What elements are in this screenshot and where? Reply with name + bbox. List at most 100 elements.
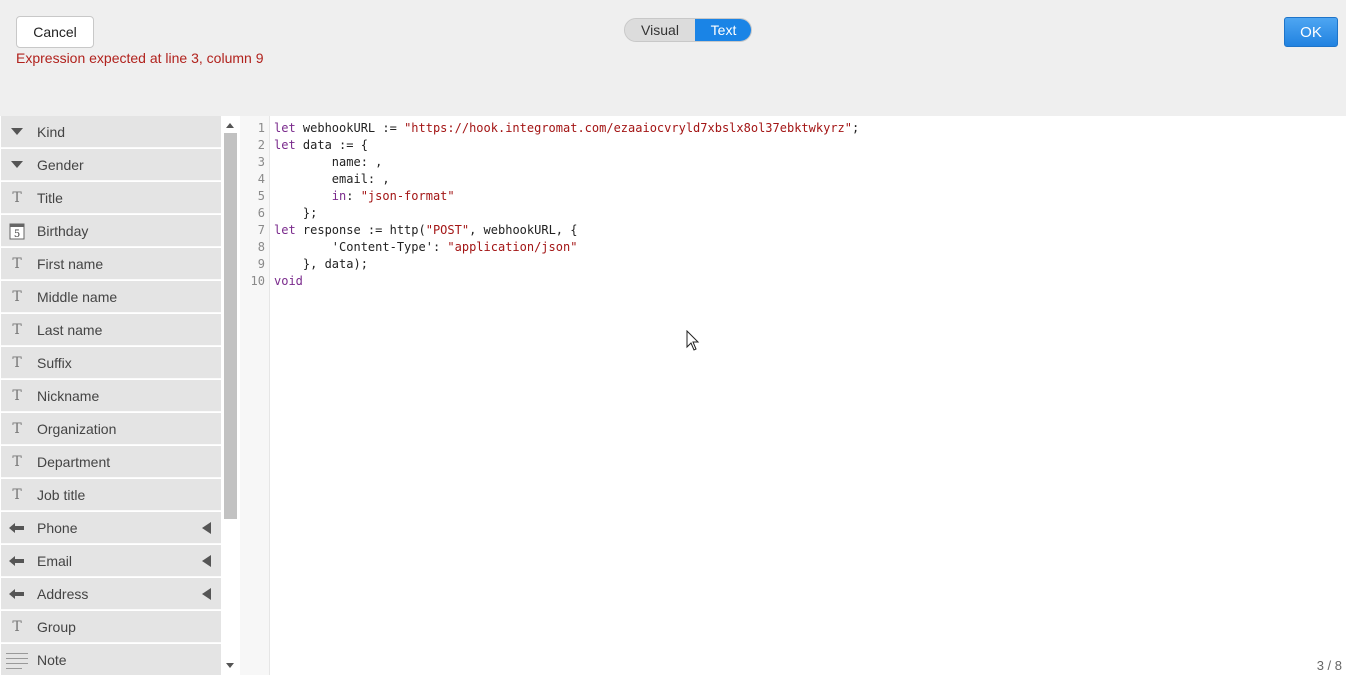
dropdown-icon <box>1 116 33 148</box>
code-content[interactable]: let webhookURL := "https://hook.integrom… <box>274 120 859 290</box>
code-line: email: , <box>274 171 859 188</box>
text-icon: T <box>12 486 22 503</box>
code-token: let <box>274 138 296 152</box>
field-item-label: Title <box>37 189 63 206</box>
line-number: 7 <box>257 223 265 237</box>
field-item-label: Kind <box>37 123 66 140</box>
field-item-last-name[interactable]: T Last name <box>1 314 221 346</box>
text-icon: T <box>12 387 22 404</box>
field-item-phone[interactable]: Phone <box>1 512 221 544</box>
field-item-label: First name <box>37 255 104 272</box>
text-icon: T <box>12 618 22 635</box>
field-item-title[interactable]: T Title <box>1 182 221 214</box>
expand-arrow-icon[interactable] <box>202 588 211 600</box>
line-number: 4 <box>257 172 265 186</box>
code-token: : <box>346 189 361 203</box>
scroll-down-arrow-icon[interactable] <box>226 663 234 668</box>
code-token: }, data); <box>274 257 368 271</box>
text-icon: T <box>12 354 22 371</box>
expand-arrow-icon[interactable] <box>202 522 211 534</box>
code-token: , webhookURL, { <box>469 223 578 237</box>
expand-arrow-icon[interactable] <box>202 555 211 567</box>
code-token: response := http( <box>295 223 426 237</box>
field-item-gender[interactable]: Gender <box>1 149 221 181</box>
code-line: let webhookURL := "https://hook.integrom… <box>274 120 859 137</box>
text-icon: T <box>12 420 22 437</box>
line-number: 9 <box>257 257 265 271</box>
mode-toggle[interactable]: Visual Text <box>624 18 752 42</box>
line-number: 3 <box>257 155 265 169</box>
field-item-label: Organization <box>37 420 117 437</box>
text-icon: T <box>12 453 22 470</box>
field-item-label: Nickname <box>37 387 100 404</box>
calendar-icon: 5 <box>1 215 33 247</box>
code-line: in: "json-format" <box>274 188 859 205</box>
code-token: void <box>274 274 303 288</box>
text-icon: T <box>12 288 22 305</box>
field-item-label: Gender <box>37 156 84 173</box>
code-token: }; <box>274 206 318 220</box>
code-token: email: , <box>274 172 390 186</box>
code-line: 'Content-Type': "application/json" <box>274 239 859 256</box>
code-token: "application/json" <box>447 240 578 254</box>
field-item-job-title[interactable]: T Job title <box>1 479 221 511</box>
field-item-label: Suffix <box>37 354 72 371</box>
code-token: "POST" <box>425 223 470 237</box>
field-item-label: Group <box>37 618 76 635</box>
field-item-label: Note <box>37 651 67 668</box>
field-item-label: Job title <box>37 486 86 503</box>
code-token: data := { <box>295 138 368 152</box>
field-item-first-name[interactable]: T First name <box>1 248 221 280</box>
scroll-up-arrow-icon[interactable] <box>226 123 234 128</box>
error-message: Expression expected at line 3, column 9 <box>16 50 264 66</box>
field-item-label: Middle name <box>37 288 118 305</box>
cancel-button[interactable]: Cancel <box>16 16 94 48</box>
line-number: 5 <box>257 189 265 203</box>
line-number: 8 <box>257 240 265 254</box>
code-token: let <box>274 121 296 135</box>
code-line: }; <box>274 205 859 222</box>
text-mode-tab[interactable]: Text <box>695 19 751 41</box>
code-line: name: , <box>274 154 859 171</box>
field-item-kind[interactable]: Kind <box>1 116 221 148</box>
text-icon: T <box>12 321 22 338</box>
code-token: "json-format" <box>360 189 455 203</box>
visual-mode-tab[interactable]: Visual <box>625 19 695 41</box>
code-token: ; <box>852 121 860 135</box>
code-line: void <box>274 273 859 290</box>
field-list: Kind Gender T Title 5 Birthday T First name T Mid… <box>0 116 222 675</box>
code-line: let response := http("POST", webhookURL,… <box>274 222 859 239</box>
field-item-label: Birthday <box>37 222 89 239</box>
line-number: 6 <box>257 206 265 220</box>
field-item-group[interactable]: T Group <box>1 611 221 643</box>
code-editor[interactable]: 1 2 3 4 5 6 7 8 9 10 let webhookURL := "https://h… <box>240 116 1346 675</box>
field-item-organization[interactable]: T Organization <box>1 413 221 445</box>
dropdown-icon <box>1 149 33 181</box>
line-number: 2 <box>257 138 265 152</box>
scroll-thumb[interactable] <box>224 133 237 519</box>
line-number-gutter: 1 2 3 4 5 6 7 8 9 10 <box>240 116 270 675</box>
text-icon: T <box>12 189 22 206</box>
svg-text:5: 5 <box>14 229 20 240</box>
field-item-birthday[interactable]: 5 Birthday <box>1 215 221 247</box>
field-item-label: Address <box>37 585 89 602</box>
field-item-note[interactable]: Note <box>1 644 221 675</box>
field-item-suffix[interactable]: T Suffix <box>1 347 221 379</box>
field-item-middle-name[interactable]: T Middle name <box>1 281 221 313</box>
code-token: let <box>274 223 296 237</box>
line-number: 10 <box>250 274 265 288</box>
ok-button[interactable]: OK <box>1284 17 1338 47</box>
sidebar-scrollbar[interactable] <box>222 116 240 675</box>
field-item-department[interactable]: T Department <box>1 446 221 478</box>
field-item-address[interactable]: Address <box>1 578 221 610</box>
list-icon <box>1 512 33 544</box>
field-sidebar: Kind Gender T Title 5 Birthday T First name T Mid… <box>0 116 240 675</box>
code-line: let data := { <box>274 137 859 154</box>
field-item-email[interactable]: Email <box>1 545 221 577</box>
field-item-label: Last name <box>37 321 103 338</box>
code-token: 'Content-Type': <box>274 240 448 254</box>
code-token: name: , <box>274 155 383 169</box>
code-line: }, data); <box>274 256 859 273</box>
field-item-nickname[interactable]: T Nickname <box>1 380 221 412</box>
